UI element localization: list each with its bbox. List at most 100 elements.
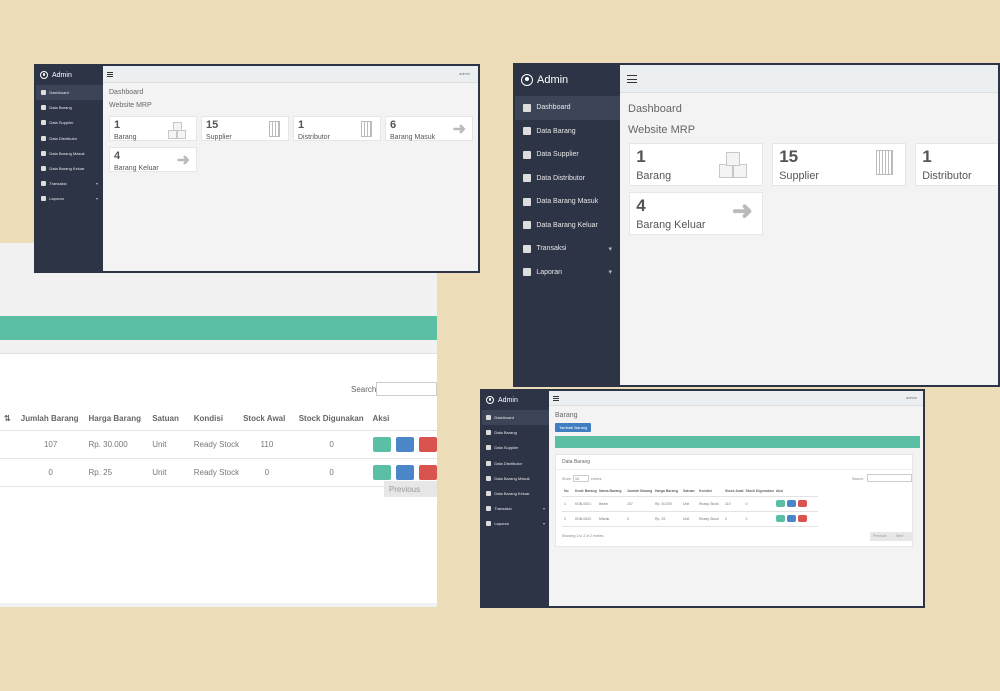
cell: Unit — [681, 496, 697, 512]
col-stock-awal[interactable]: Stock Awal — [239, 408, 295, 431]
page-title: Barang — [555, 412, 578, 419]
sign-in-icon: ➜ — [386, 117, 472, 140]
stat-card-supplier[interactable]: 15 Supplier — [772, 143, 906, 186]
sidebar-item-data-barang-masuk[interactable]: Data Barang Masuk — [482, 471, 549, 486]
sidebar-item-data-distributor[interactable]: Data Distributor — [515, 167, 620, 191]
sidebar-item-data-barang-masuk[interactable]: Data Barang Masuk — [515, 190, 620, 214]
col-jumlah[interactable]: Jumlah Barang — [16, 408, 85, 431]
sidebar-item-laporan[interactable]: Laporan ▾ — [36, 191, 103, 206]
brand-label: Admin — [537, 74, 569, 86]
detail-button[interactable] — [372, 464, 391, 480]
page-subtitle: Website MRP — [628, 124, 696, 136]
col-aksi: Aksi — [368, 408, 437, 431]
stat-card-distributor[interactable]: 1 Distributor — [915, 143, 998, 186]
delete-button[interactable] — [797, 515, 807, 522]
sidebar-item-data-barang-masuk[interactable]: Data Barang Masuk — [36, 146, 103, 161]
col-aksi[interactable]: Aksi — [773, 487, 818, 497]
sidebar-item-laporan[interactable]: Laporan ▾ — [515, 261, 620, 285]
stat-card-barang[interactable]: 1 Barang — [629, 143, 763, 186]
cubes-icon — [523, 127, 531, 136]
edit-button[interactable] — [786, 515, 796, 522]
previous-button[interactable]: Previous — [384, 481, 437, 497]
col-kondisi[interactable]: Kondisi — [189, 408, 240, 431]
hamburger-icon[interactable] — [107, 72, 113, 77]
sidebar-item-transaksi[interactable]: Transaksi ▾ — [482, 501, 549, 516]
col-harga[interactable]: Harga Barang — [84, 408, 149, 431]
sidebar-item-data-distributor[interactable]: Data Distributor — [482, 456, 549, 471]
sidebar-item-data-barang-keluar[interactable]: Data Barang Keluar — [482, 486, 549, 501]
edit-button[interactable] — [395, 464, 414, 480]
col-no[interactable]: No — [562, 487, 573, 497]
cell: 107 — [625, 496, 653, 512]
hamburger-icon[interactable] — [553, 396, 559, 401]
sidebar-item-transaksi[interactable]: Transaksi ▾ — [36, 176, 103, 191]
chevron-down-icon: ▾ — [608, 245, 612, 253]
entries-select[interactable]: 10 — [573, 475, 589, 482]
brand[interactable]: Admin — [36, 66, 103, 79]
sidebar-item-data-supplier[interactable]: Data Supplier — [482, 440, 549, 455]
sidebar-item-data-supplier[interactable]: Data Supplier — [515, 143, 620, 167]
building-icon — [294, 117, 380, 140]
sidebar-item-label: Data Barang Masuk — [494, 475, 530, 481]
sidebar-item-transaksi[interactable]: Transaksi ▾ — [515, 237, 620, 261]
cell: 107 — [16, 430, 85, 459]
col-stock-awal[interactable]: Stock Awal — [723, 487, 744, 497]
user-menu[interactable]: admin — [906, 395, 917, 400]
delete-button[interactable] — [418, 464, 437, 480]
edit-button[interactable] — [786, 500, 796, 507]
search-input[interactable] — [376, 382, 437, 396]
col-kondisi[interactable]: Kondisi — [697, 487, 723, 497]
sidebar-item-data-barang[interactable]: Data Barang — [36, 100, 103, 115]
brand[interactable]: Admin — [482, 391, 549, 404]
stat-card-distributor[interactable]: 1 Distributor — [293, 116, 381, 141]
cube-part — [718, 164, 733, 179]
col-stock-digunakan[interactable]: Stock Digunakan — [294, 408, 369, 431]
stat-card-barang-masuk[interactable]: 6 Barang Masuk ➜ — [385, 116, 473, 141]
cell: Rp. 25 — [653, 511, 681, 527]
hamburger-icon[interactable] — [627, 75, 637, 83]
stat-card-barang-keluar[interactable]: 4 Barang Keluar ➜ — [109, 147, 197, 172]
edit-button[interactable] — [395, 436, 414, 452]
cell: 110 — [723, 496, 744, 512]
sidebar-item-dashboard[interactable]: Dashboard — [515, 96, 620, 120]
cubes-icon — [41, 105, 46, 111]
detail-button[interactable] — [775, 515, 785, 522]
col-harga-barang[interactable]: Harga Barang — [653, 487, 681, 497]
stat-card-supplier[interactable]: 15 Supplier — [201, 116, 289, 141]
barang-table: ⇅ Jumlah Barang Harga Barang Satuan Kond… — [0, 408, 437, 487]
previous-button[interactable]: Previous — [870, 532, 892, 541]
sidebar-item-data-barang-keluar[interactable]: Data Barang Keluar — [36, 161, 103, 176]
col-kode-barang[interactable]: Kode Barang — [573, 487, 597, 497]
col-stock-digunakan[interactable]: Stock Digunakan — [743, 487, 774, 497]
col-satuan[interactable]: Satuan — [148, 408, 190, 431]
chevron-down-icon: ▾ — [95, 181, 98, 187]
sidebar-item-data-supplier[interactable]: Data Supplier — [36, 115, 103, 130]
sidebar-item-data-barang[interactable]: Data Barang — [515, 120, 620, 144]
sidebar-item-data-barang[interactable]: Data Barang — [482, 425, 549, 440]
delete-button[interactable] — [418, 436, 437, 452]
cell: 0 — [239, 458, 295, 487]
brand[interactable]: Admin — [515, 65, 620, 86]
sidebar-item-laporan[interactable]: Laporan ▾ — [482, 516, 549, 531]
col-jumlah-barang[interactable]: Jumlah Barang — [625, 487, 653, 497]
detail-button[interactable] — [372, 436, 391, 452]
delete-button[interactable] — [797, 500, 807, 507]
sidebar-item-dashboard[interactable]: Dashboard — [36, 85, 103, 101]
dashboard-icon — [486, 415, 491, 421]
cell: Unit — [681, 511, 697, 527]
sidebar-item-data-distributor[interactable]: Data Distributor — [36, 131, 103, 146]
stat-card-barang-keluar[interactable]: 4 Barang Keluar ➜ — [629, 192, 763, 235]
col-nama-barang[interactable]: Nama Barang — [597, 487, 625, 497]
add-barang-button[interactable]: Tambah Barang — [555, 423, 592, 432]
search-input[interactable] — [867, 474, 912, 482]
sidebar-item-label: Laporan — [494, 521, 510, 527]
sidebar-item-dashboard[interactable]: Dashboard — [482, 410, 549, 426]
sidebar-item-data-barang-keluar[interactable]: Data Barang Keluar — [515, 214, 620, 238]
detail-button[interactable] — [775, 500, 785, 507]
sign-out-icon — [486, 491, 491, 497]
user-menu[interactable]: admin — [459, 71, 470, 76]
sidebar-item-label: Data Supplier — [536, 151, 579, 159]
next-button[interactable]: Next — [892, 532, 912, 541]
stat-card-barang[interactable]: 1 Barang — [109, 116, 197, 141]
col-satuan[interactable]: Satuan — [681, 487, 697, 497]
